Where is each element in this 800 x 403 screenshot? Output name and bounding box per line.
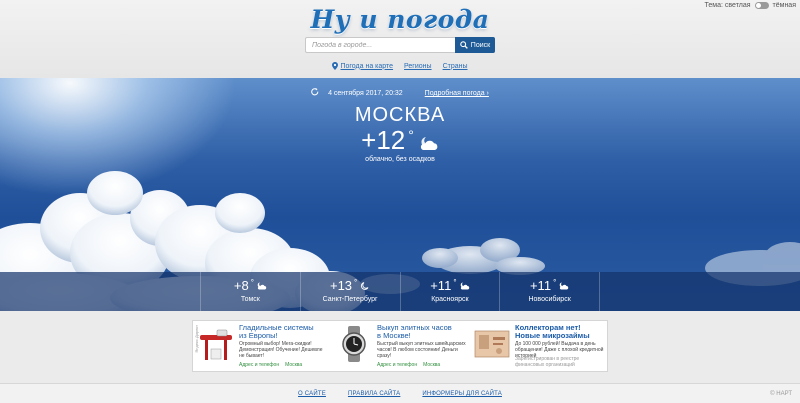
- city-search-input[interactable]: [305, 37, 455, 53]
- degree-symbol: °: [408, 127, 414, 143]
- update-time: 4 сентября 2017, 20:32: [328, 90, 403, 97]
- ad-ironing-systems[interactable]: Яндекс.Директ Гладильные системы из Европ…: [193, 321, 331, 371]
- ad-watch-buyout[interactable]: Выкуп элитных часов в Москве! Быстрый вык…: [331, 321, 469, 371]
- theme-light-label: Тема: светлая: [704, 2, 751, 9]
- update-line: 4 сентября 2017, 20:32 Подробная погода …: [0, 88, 800, 97]
- ad-footer: Зарегистрирован в реестре финансовых орг…: [515, 356, 607, 368]
- footer-links: О САЙТЕ ПРАВИЛА САЙТА ИНФОРМЕРЫ ДЛЯ САЙТ…: [0, 391, 800, 397]
- other-cities-strip: +8 ° Томск +13 ° Санкт-Петербург +11 ° К…: [0, 272, 800, 311]
- city-card-krasnoyarsk[interactable]: +11 ° Красноярск: [399, 272, 500, 311]
- wristwatch-image: [342, 326, 366, 362]
- ad-footer: Адрес и телефон Москва: [239, 362, 302, 368]
- nav-regions[interactable]: Регионы: [404, 62, 432, 70]
- site-logo[interactable]: Ну и погода: [0, 5, 800, 34]
- weather-condition: облачно, без осадков: [365, 156, 435, 163]
- nav-weather-map[interactable]: Погода на карте: [332, 62, 393, 70]
- ad-title-line-2: в Москве!: [377, 331, 411, 340]
- ad-title: Гладильные системы из Европы!: [239, 324, 328, 340]
- detailed-weather-link[interactable]: Подробная погода ›: [425, 90, 489, 97]
- ad-address-link[interactable]: Адрес и телефон: [377, 362, 417, 368]
- ad-description: Быстрый выкуп элитных швейцарских часов!…: [377, 341, 466, 359]
- degree-symbol: °: [250, 278, 254, 287]
- city-name: Новосибирск: [528, 296, 571, 303]
- ad-description: Огромный выбор! Мега-скидки! Демонстраци…: [239, 341, 323, 359]
- nav-weather-map-label: Погода на карте: [340, 62, 394, 70]
- current-temperature-block: +12 °: [0, 125, 800, 156]
- partly-cloudy-night-icon: [460, 282, 469, 290]
- city-card-saint-petersburg[interactable]: +13 ° Санкт-Петербург: [299, 272, 400, 311]
- degree-symbol: °: [553, 278, 557, 287]
- footer-link-about[interactable]: О САЙТЕ: [298, 391, 326, 397]
- partly-cloudy-night-icon: [420, 137, 438, 150]
- ad-block: Яндекс.Директ Гладильные системы из Европ…: [192, 320, 608, 372]
- ironing-board-image: [200, 329, 232, 360]
- ad-title: Выкуп элитных часов в Москве!: [377, 324, 466, 340]
- ad-microloans[interactable]: Коллекторам нет! Новые микрозаймы До 100…: [469, 321, 607, 371]
- banknotes-image: [474, 330, 510, 358]
- city-temperature: +11: [430, 278, 452, 293]
- city-temperature: +8: [233, 278, 249, 293]
- search-button[interactable]: Поиск: [455, 37, 495, 53]
- ad-city: Москва: [285, 362, 303, 368]
- copyright: © НАРТ: [770, 391, 792, 397]
- main-nav: Погода на карте Регионы Страны: [0, 62, 800, 70]
- partly-cloudy-night-icon: [257, 282, 267, 290]
- city-search: Поиск: [305, 37, 495, 53]
- degree-symbol: °: [453, 278, 457, 287]
- map-pin-icon: [332, 62, 339, 70]
- ad-disclaimer: Зарегистрирован в реестре финансовых орг…: [515, 356, 580, 368]
- current-temperature: +12: [361, 125, 406, 155]
- refresh-icon[interactable]: [311, 88, 319, 96]
- ad-title: Коллекторам нет! Новые микрозаймы: [515, 323, 590, 340]
- city-card-tomsk[interactable]: +8 ° Томск: [200, 272, 300, 311]
- footer-link-informers[interactable]: ИНФОРМЕРЫ ДЛЯ САЙТА: [422, 391, 502, 397]
- city-name: Красноярск: [431, 296, 469, 303]
- theme-switch[interactable]: [754, 2, 769, 9]
- ad-city: Москва: [423, 362, 441, 368]
- current-city: МОСКВА: [354, 104, 446, 126]
- ad-address-link[interactable]: Адрес и телефон: [239, 362, 279, 368]
- city-card-novosibirsk[interactable]: +11 ° Новосибирск: [499, 272, 600, 311]
- city-name: Санкт-Петербург: [322, 296, 378, 303]
- city-name: Томск: [240, 296, 260, 303]
- degree-symbol: °: [354, 278, 358, 287]
- site-footer: О САЙТЕ ПРАВИЛА САЙТА ИНФОРМЕРЫ ДЛЯ САЙТ…: [0, 383, 800, 403]
- search-icon: [460, 41, 468, 49]
- theme-toggle: Тема: светлая тёмная: [705, 2, 796, 9]
- theme-dark-label: тёмная: [772, 2, 796, 9]
- city-temperature: +13: [329, 278, 353, 293]
- nav-countries[interactable]: Страны: [443, 62, 468, 70]
- search-button-label: Поиск: [470, 41, 491, 49]
- site-header: Ну и погода Тема: светлая тёмная Поиск П…: [0, 0, 800, 78]
- weather-hero: 4 сентября 2017, 20:32 Подробная погода …: [0, 78, 800, 311]
- ad-footer: Адрес и телефон Москва: [377, 362, 440, 368]
- city-temperature: +11: [529, 278, 552, 293]
- moon-icon: [361, 282, 369, 290]
- partly-cloudy-night-icon: [559, 282, 569, 290]
- footer-link-rules[interactable]: ПРАВИЛА САЙТА: [348, 391, 400, 397]
- ad-title-line-2: из Европы!: [239, 331, 278, 340]
